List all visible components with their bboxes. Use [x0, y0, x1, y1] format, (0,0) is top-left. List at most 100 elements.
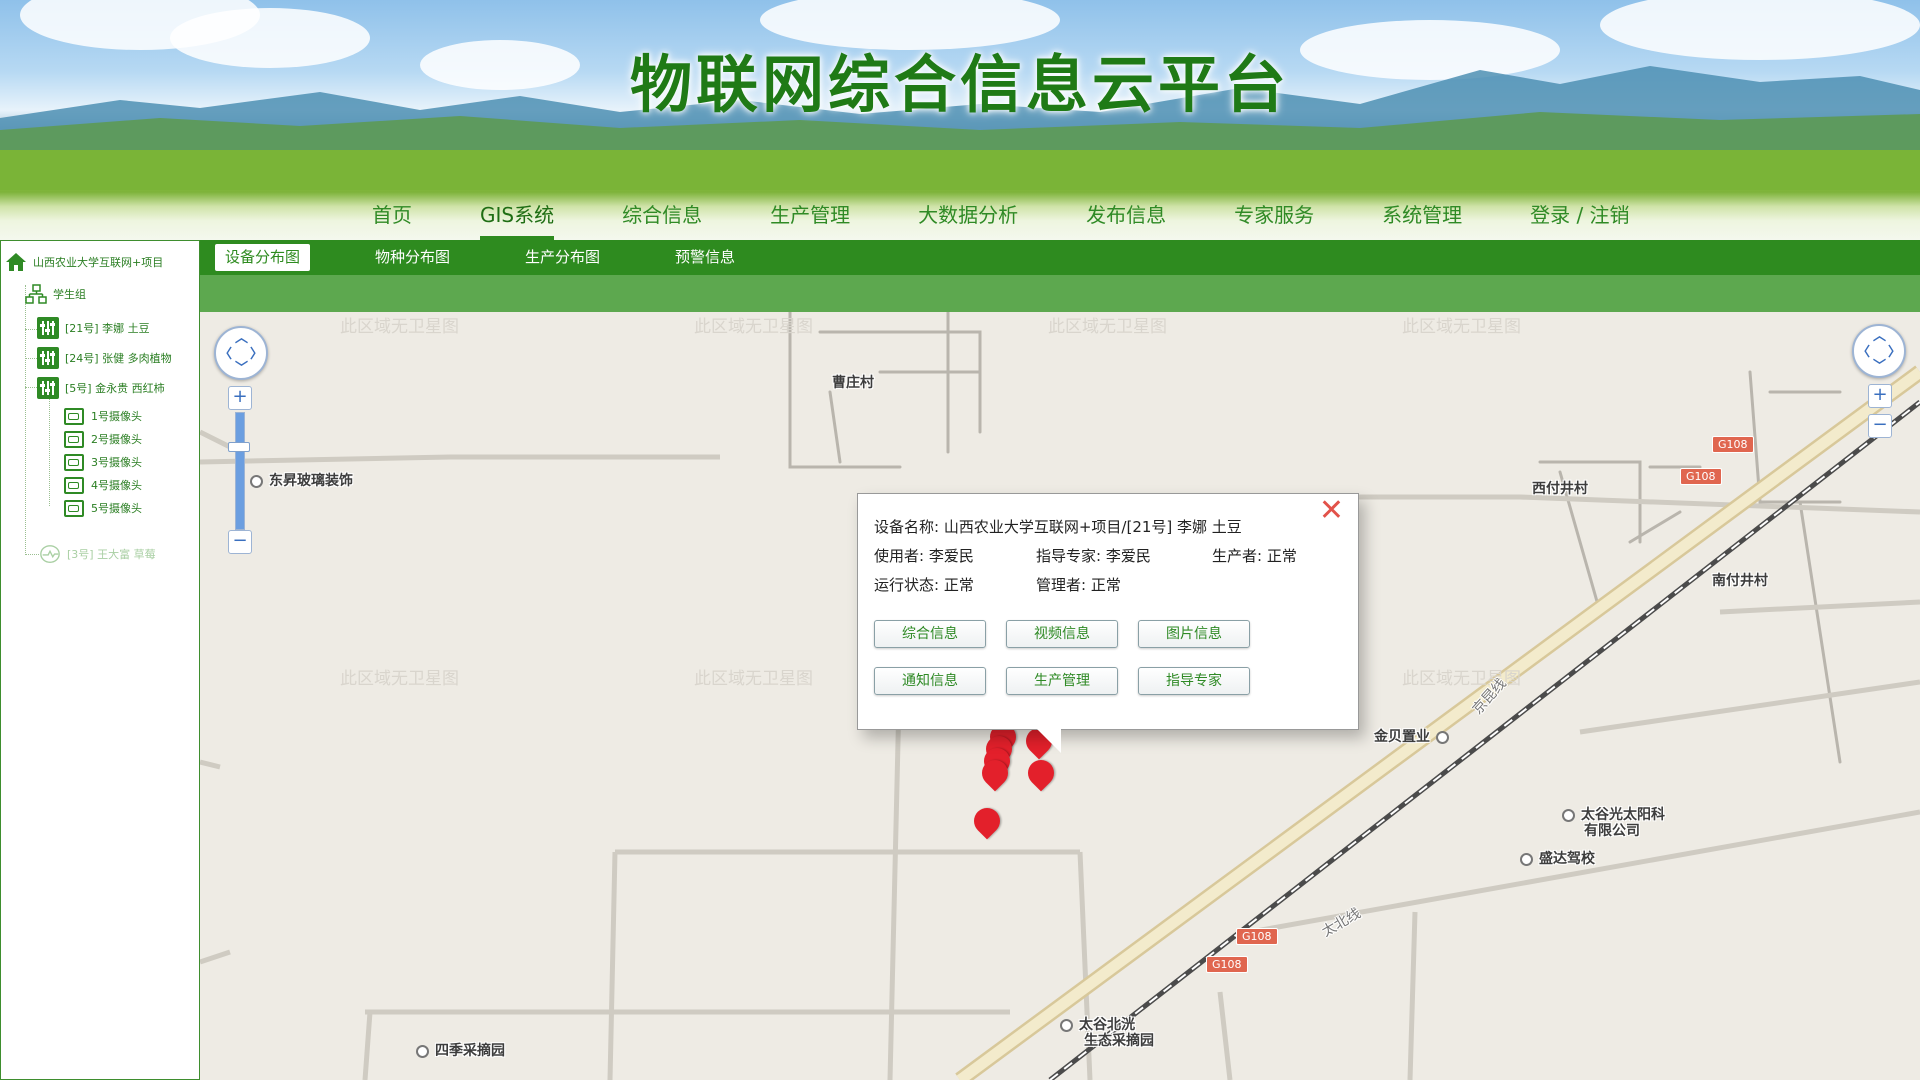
- status-label: 运行状态:: [874, 576, 940, 594]
- zoom-in-button[interactable]: +: [1868, 384, 1892, 408]
- tree-device-24[interactable]: [24号] 张健 多肉植物: [37, 347, 172, 369]
- tree-device-5[interactable]: [5号] 金永贵 西红柿: [37, 377, 165, 399]
- map-watermark: 此区域无卫星图: [1402, 317, 1521, 337]
- camera-icon: [63, 474, 85, 496]
- map-pan-control[interactable]: ︿ ﹀ 〈〉: [1852, 324, 1906, 378]
- zoom-slider[interactable]: [235, 412, 245, 530]
- road-shield: G108: [1680, 468, 1722, 485]
- device-icon: [37, 347, 59, 369]
- status-value: 正常: [943, 576, 974, 594]
- offline-device-icon: [39, 543, 61, 565]
- tab-production-map[interactable]: 生产分布图: [525, 244, 600, 271]
- tree-root[interactable]: 山西农业大学互联网+项目: [5, 251, 163, 273]
- map-label-text: 金贝置业: [1374, 729, 1430, 745]
- production-management-button[interactable]: 生产管理: [1006, 667, 1118, 695]
- tree-camera-label: 3号摄像头: [91, 456, 142, 469]
- map-pan-control[interactable]: ︿ ﹀ 〈〉: [214, 326, 268, 380]
- camera-icon: [63, 428, 85, 450]
- tree-camera-5[interactable]: 5号摄像头: [63, 497, 142, 519]
- tree-device-21[interactable]: [21号] 李娜 土豆: [37, 317, 150, 339]
- zoom-slider-handle[interactable]: [228, 442, 250, 452]
- tree-device-label: [5号] 金永贵 西红柿: [65, 382, 165, 395]
- device-info-popup: ✕ 设备名称: 山西农业大学互联网+项目/[21号] 李娜 土豆 使用者: 李爱…: [857, 493, 1359, 730]
- tree-camera-3[interactable]: 3号摄像头: [63, 451, 142, 473]
- popup-pointer: [1035, 727, 1061, 753]
- tab-device-map[interactable]: 设备分布图: [215, 244, 311, 271]
- nav-home[interactable]: 首页: [372, 196, 412, 240]
- nav-bigdata[interactable]: 大数据分析: [918, 196, 1018, 240]
- map-label: 四季采摘园: [416, 1040, 505, 1060]
- tree-camera-4[interactable]: 4号摄像头: [63, 474, 142, 496]
- map-watermark: 此区域无卫星图: [694, 669, 813, 689]
- tree-device-label: [3号] 王大富 草莓: [67, 548, 156, 561]
- tree-camera-1[interactable]: 1号摄像头: [63, 405, 142, 427]
- nav-system[interactable]: 系统管理: [1382, 196, 1462, 240]
- tab-warning-info[interactable]: 预警信息: [675, 244, 735, 271]
- main-nav: 首页 GIS系统 综合信息 生产管理 大数据分析 发布信息 专家服务 系统管理 …: [372, 196, 1698, 240]
- map-watermark: 此区域无卫星图: [694, 317, 813, 337]
- tree-device-3-disabled[interactable]: [3号] 王大富 草莓: [39, 543, 156, 565]
- tree-camera-label: 4号摄像头: [91, 479, 142, 492]
- nav-expert[interactable]: 专家服务: [1234, 196, 1314, 240]
- nav-info[interactable]: 综合信息: [622, 196, 702, 240]
- close-icon[interactable]: ✕: [1319, 496, 1344, 526]
- gis-subnav-strip: [200, 275, 1920, 312]
- header-banner: 物联网综合信息云平台 首页 GIS系统 综合信息 生产管理 大数据分析 发布信息…: [0, 0, 1920, 240]
- camera-icon: [63, 497, 85, 519]
- map-label: 金贝置业: [1374, 726, 1455, 746]
- map-label-text: 盛达驾校: [1539, 851, 1595, 867]
- device-icon: [37, 377, 59, 399]
- camera-icon: [63, 405, 85, 427]
- image-info-button[interactable]: 图片信息: [1138, 620, 1250, 648]
- user-value: 李爱民: [928, 547, 974, 565]
- notice-info-button[interactable]: 通知信息: [874, 667, 986, 695]
- device-icon: [37, 317, 59, 339]
- nav-login[interactable]: 登录 / 注销: [1530, 196, 1629, 240]
- device-name-value: 山西农业大学互联网+项目/[21号] 李娜 土豆: [943, 518, 1242, 536]
- device-name-label: 设备名称:: [874, 518, 940, 536]
- zoom-out-button[interactable]: −: [228, 530, 252, 554]
- camera-icon: [63, 451, 85, 473]
- map-label: 南付井村: [1712, 573, 1768, 589]
- device-marker[interactable]: [1028, 760, 1054, 794]
- user-label: 使用者:: [874, 547, 925, 565]
- org-chart-icon: [25, 283, 47, 305]
- device-status-row: 运行状态: 正常 管理者: 正常: [874, 574, 1121, 595]
- map-label-text: 四季采摘园: [435, 1043, 505, 1059]
- site-title: 物联网综合信息云平台: [629, 48, 1290, 121]
- zoom-out-button[interactable]: −: [1868, 414, 1892, 438]
- road-shield: G108: [1712, 436, 1754, 453]
- map-watermark: 此区域无卫星图: [340, 669, 459, 689]
- device-people-row: 使用者: 李爱民 指导专家: 李爱民 生产者: 正常: [874, 545, 1297, 566]
- manager-value: 正常: [1090, 576, 1121, 594]
- tree-group[interactable]: 学生组: [25, 283, 86, 305]
- device-name-row: 设备名称: 山西农业大学互联网+项目/[21号] 李娜 土豆: [874, 516, 1242, 537]
- nav-gis[interactable]: GIS系统: [480, 196, 555, 240]
- producer-label: 生产者:: [1212, 547, 1263, 565]
- map-label: 东昇玻璃装饰: [250, 470, 353, 490]
- home-icon: [5, 251, 27, 273]
- zoom-in-button[interactable]: +: [228, 386, 252, 410]
- map-watermark: 此区域无卫星图: [1048, 317, 1167, 337]
- device-marker[interactable]: [974, 808, 1000, 842]
- guide-expert-button[interactable]: 指导专家: [1138, 667, 1250, 695]
- expert-value: 李爱民: [1105, 547, 1151, 565]
- tree-device-label: [24号] 张健 多肉植物: [65, 352, 172, 365]
- map-label: 有限公司: [1584, 823, 1640, 839]
- nav-production[interactable]: 生产管理: [770, 196, 850, 240]
- nav-publish[interactable]: 发布信息: [1086, 196, 1166, 240]
- tree-root-label: 山西农业大学互联网+项目: [33, 256, 164, 269]
- manager-label: 管理者:: [1036, 576, 1087, 594]
- video-info-button[interactable]: 视频信息: [1006, 620, 1118, 648]
- tree-camera-label: 5号摄像头: [91, 502, 142, 515]
- map-label: 盛达驾校: [1520, 848, 1595, 868]
- tree-camera-2[interactable]: 2号摄像头: [63, 428, 142, 450]
- tree-device-label: [21号] 李娜 土豆: [65, 322, 150, 335]
- map-label: 生态采摘园: [1084, 1033, 1154, 1049]
- general-info-button[interactable]: 综合信息: [874, 620, 986, 648]
- map-label: 曹庄村: [832, 375, 874, 391]
- tree-camera-label: 2号摄像头: [91, 433, 142, 446]
- device-marker[interactable]: [982, 760, 1008, 794]
- tab-species-map[interactable]: 物种分布图: [375, 244, 450, 271]
- road-shield: G108: [1236, 928, 1278, 945]
